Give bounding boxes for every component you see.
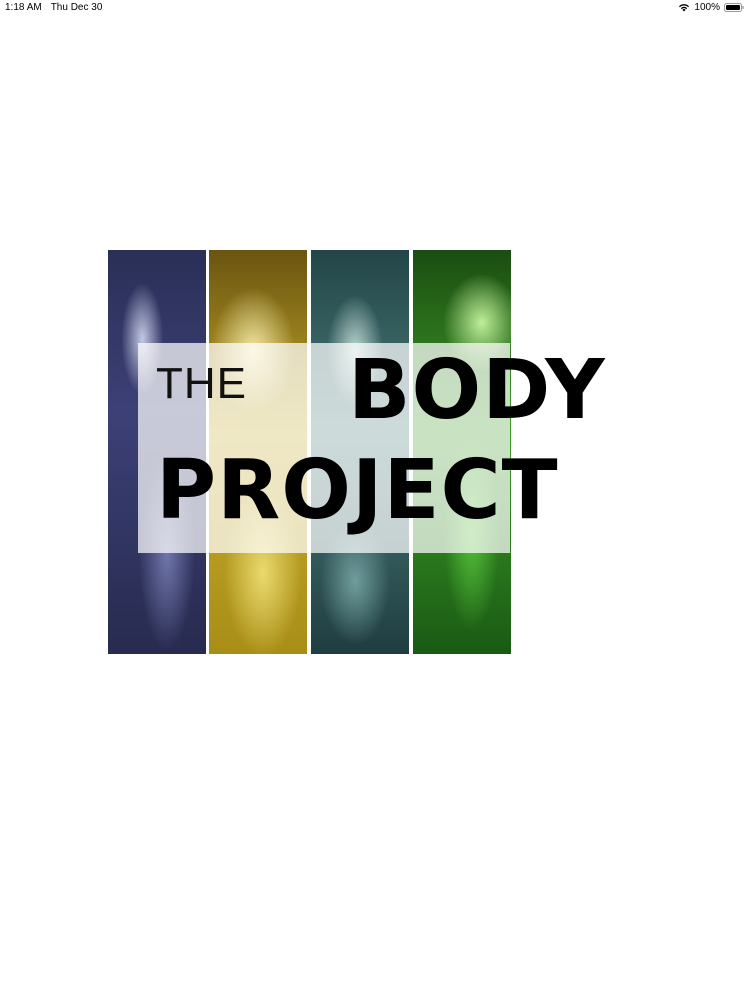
body-project-logo: THE BODY PROJECT — [108, 250, 638, 654]
logo-word-body: BODY — [348, 343, 606, 438]
logo-word-the: THE — [156, 359, 247, 408]
status-time: 1:18 AM — [5, 2, 42, 13]
status-date: Thu Dec 30 — [50, 2, 103, 13]
status-right: 100% — [678, 2, 744, 13]
status-bar: 1:18 AM Thu Dec 30 100% — [0, 0, 750, 16]
splash-screen: 1:18 AM Thu Dec 30 100% THE BODY PROJECT — [0, 0, 750, 1000]
wifi-icon — [678, 3, 690, 12]
logo-word-project: PROJECT — [156, 443, 559, 538]
battery-icon — [724, 3, 744, 12]
battery-percent: 100% — [694, 2, 720, 13]
status-left: 1:18 AM Thu Dec 30 — [5, 2, 102, 13]
